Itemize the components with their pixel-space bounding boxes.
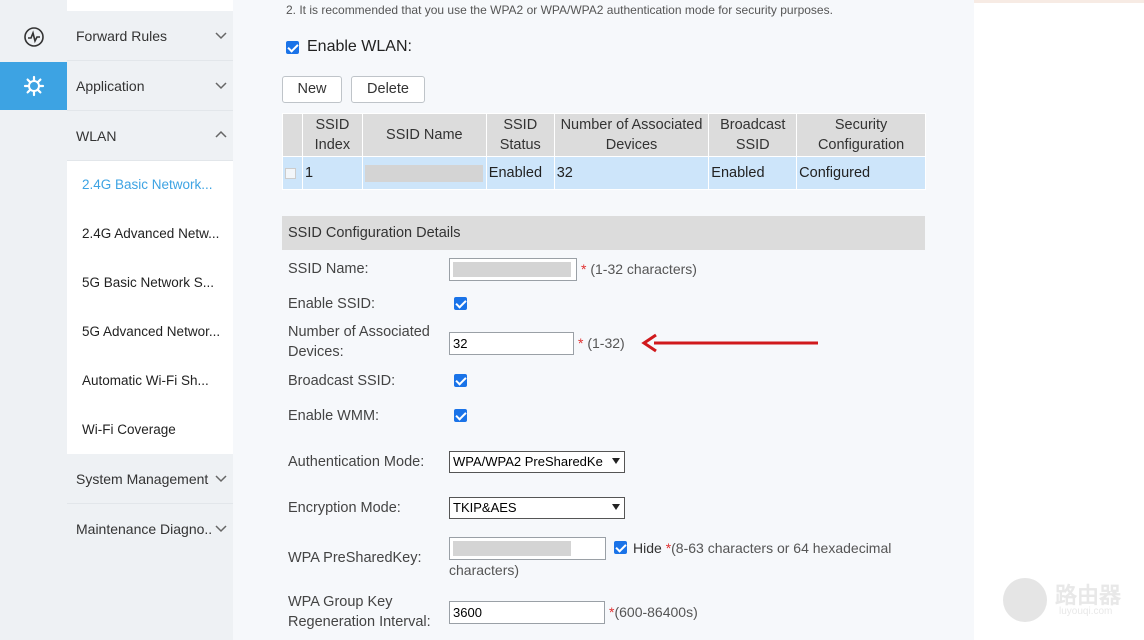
column-header-name: SSID Name xyxy=(361,113,487,157)
watermark-url: luyouqi.com xyxy=(1059,606,1113,617)
menu-group-label: Maintenance Diagno.. xyxy=(76,520,213,537)
status-icon xyxy=(23,27,44,47)
regen-interval-input[interactable]: 3600 xyxy=(449,601,605,624)
menu-group-label: WLAN xyxy=(76,127,117,144)
rail-settings[interactable] xyxy=(0,62,67,110)
redacted-ssid-value xyxy=(453,262,571,277)
delete-button[interactable]: Delete xyxy=(351,76,425,103)
chevron-down-icon xyxy=(215,32,227,40)
menu-group-forward-rules[interactable]: Forward Rules xyxy=(67,11,233,61)
column-header-assoc: Number of Associated Devices xyxy=(553,113,710,157)
broadcast-ssid-checkbox[interactable] xyxy=(454,374,467,387)
row-select-cell[interactable] xyxy=(282,156,303,190)
table-header-row: SSID Index SSID Name SSID Status Number of… xyxy=(282,113,926,157)
encryption-mode-value: TKIP&AES xyxy=(453,500,517,515)
enable-wmm-label: Enable WMM: xyxy=(288,408,380,424)
enable-wlan-row: Enable WLAN: xyxy=(286,38,412,56)
broadcast-ssid-label: Broadcast SSID: xyxy=(288,373,396,389)
menu-group-system-management[interactable]: System Management xyxy=(67,454,233,504)
menu-group-maintenance[interactable]: Maintenance Diagno.. xyxy=(67,504,233,554)
gear-icon xyxy=(23,75,44,97)
dropdown-arrow-icon xyxy=(612,458,620,464)
ssid-name-label: SSID Name: xyxy=(288,261,369,277)
router-logo-icon xyxy=(1003,578,1047,622)
encryption-mode-select[interactable]: TKIP&AES xyxy=(449,497,625,519)
ssid-index-cell: 1 xyxy=(301,156,363,190)
assoc-devices-hint: * (1-32) xyxy=(578,335,625,351)
menu-filler xyxy=(67,553,233,640)
new-button[interactable]: New xyxy=(282,76,342,103)
chevron-down-icon xyxy=(215,525,227,533)
psk-input[interactable] xyxy=(449,537,606,560)
details-title: SSID Configuration Details xyxy=(282,216,925,250)
column-header-security: Security Configuration xyxy=(796,113,926,157)
column-header-index: SSID Index xyxy=(301,113,363,157)
assoc-devices-label: Number of Associated Devices: xyxy=(288,324,430,360)
chevron-up-icon xyxy=(215,130,227,138)
menu-group-application[interactable]: Application xyxy=(67,61,233,111)
menu-group-wlan[interactable]: WLAN xyxy=(67,111,233,161)
watermark-logo: 路由器 luyouqi.com xyxy=(1003,578,1133,624)
menu-item-24g-basic[interactable]: 2.4G Basic Network... xyxy=(82,177,227,192)
enable-wlan-label: Enable WLAN: xyxy=(307,38,412,55)
enable-wlan-checkbox[interactable] xyxy=(286,40,299,54)
psk-hint-continued: characters) xyxy=(449,562,520,578)
psk-hint: Hide *(8-63 characters or 64 hexadecimal xyxy=(633,540,892,556)
menu-group-label: Forward Rules xyxy=(76,27,168,44)
menu-item-24g-advanced[interactable]: 2.4G Advanced Netw... xyxy=(82,226,227,241)
ssid-status-cell: Enabled xyxy=(485,156,555,190)
column-header-broadcast: Broadcast SSID xyxy=(708,113,798,157)
dropdown-arrow-icon xyxy=(612,504,620,510)
assoc-devices-cell: 32 xyxy=(553,156,710,190)
regen-interval-hint: *(600-86400s) xyxy=(609,604,698,620)
security-cell: Configured xyxy=(796,156,926,190)
chevron-down-icon xyxy=(215,475,227,483)
menu-item-5g-basic[interactable]: 5G Basic Network S... xyxy=(82,275,227,290)
menu-item-auto-wifi-share[interactable]: Automatic Wi-Fi Sh... xyxy=(82,373,227,388)
annotation-arrow xyxy=(641,333,818,353)
menu-item-5g-advanced[interactable]: 5G Advanced Networ... xyxy=(82,324,227,339)
ssid-table: SSID Index SSID Name SSID Status Number of… xyxy=(282,113,926,190)
enable-wmm-checkbox[interactable] xyxy=(454,409,467,422)
broadcast-cell: Enabled xyxy=(708,156,798,190)
column-header-select xyxy=(282,113,303,157)
table-row[interactable]: 1 Enabled 32 Enabled Configured xyxy=(282,156,926,190)
side-menu: Forward Rules Application WLAN 2.4G Basi… xyxy=(67,0,233,640)
ssid-name-hint: * (1-32 characters) xyxy=(581,261,697,277)
security-notice: 2. It is recommended that you use the WP… xyxy=(286,3,833,17)
ssid-name-cell xyxy=(361,156,487,190)
assoc-devices-input[interactable]: 32 xyxy=(449,332,574,355)
rail-status[interactable] xyxy=(0,13,67,61)
redacted-ssid-name xyxy=(364,164,483,182)
menu-item-wifi-coverage[interactable]: Wi-Fi Coverage xyxy=(82,422,227,437)
column-header-status: SSID Status xyxy=(485,113,555,157)
menu-group-label: System Management xyxy=(76,470,209,487)
row-checkbox[interactable] xyxy=(285,167,296,179)
auth-mode-label: Authentication Mode: xyxy=(288,454,425,470)
menu-group-label: Application xyxy=(76,77,145,94)
auth-mode-value: WPA/WPA2 PreSharedKe xyxy=(453,454,603,469)
enable-ssid-checkbox[interactable] xyxy=(454,297,467,310)
regen-interval-label: WPA Group Key Regeneration Interval: xyxy=(288,594,431,630)
redacted-psk-value xyxy=(453,541,571,556)
hide-psk-checkbox[interactable] xyxy=(614,541,627,554)
ssid-name-input[interactable] xyxy=(449,258,577,281)
chevron-down-icon xyxy=(215,82,227,90)
auth-mode-select[interactable]: WPA/WPA2 PreSharedKe xyxy=(449,451,625,473)
encryption-mode-label: Encryption Mode: xyxy=(288,500,401,516)
psk-label: WPA PreSharedKey: xyxy=(288,550,422,566)
icon-rail xyxy=(0,0,67,640)
enable-ssid-label: Enable SSID: xyxy=(288,296,376,312)
